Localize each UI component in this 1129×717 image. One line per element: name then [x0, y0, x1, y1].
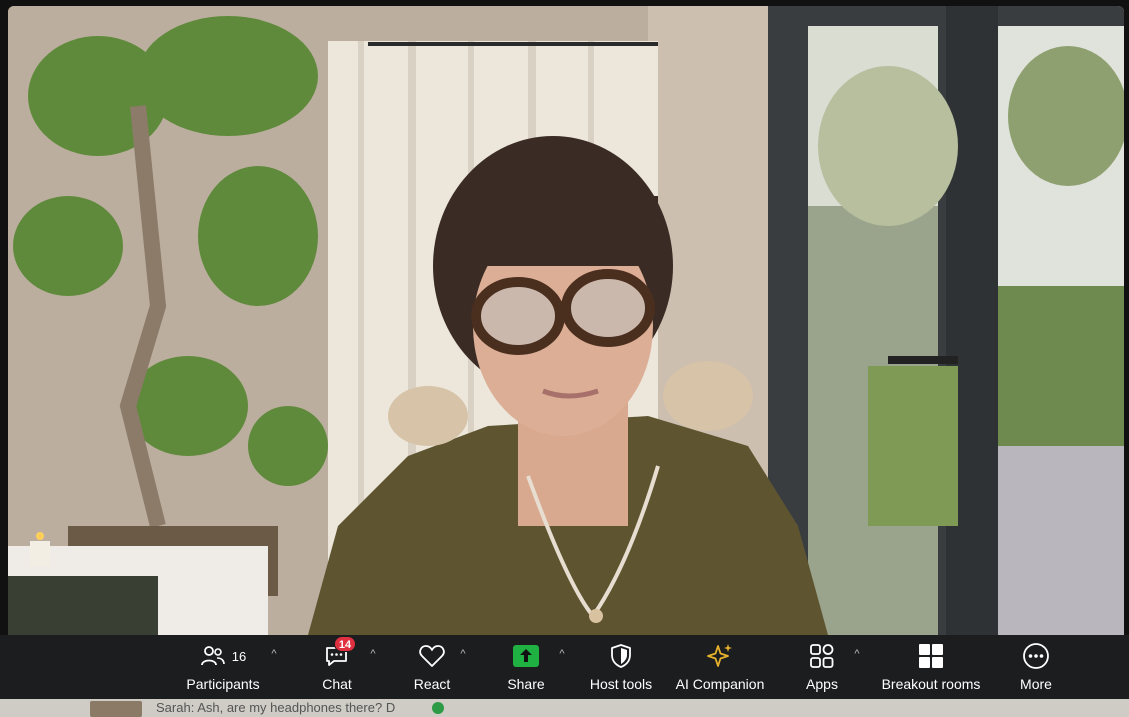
chat-icon-wrap: 14 [324, 636, 356, 670]
participants-label: Participants [186, 676, 260, 692]
more-button[interactable]: More [1010, 635, 1062, 699]
react-button[interactable]: React [406, 635, 458, 699]
react-caret-icon[interactable]: ^ [457, 648, 469, 660]
participants-caret-icon[interactable]: ^ [268, 648, 280, 660]
heart-icon [419, 645, 445, 667]
grid-icon [919, 644, 943, 668]
share-button[interactable]: Share [500, 635, 552, 699]
chat-button[interactable]: 14 Chat [312, 635, 362, 699]
apps-icon-wrap [808, 642, 836, 670]
breakout-rooms-icon-wrap [917, 642, 945, 670]
participants-count: 16 [231, 648, 247, 664]
apps-icon [810, 644, 834, 668]
apps-button[interactable]: Apps [796, 635, 848, 699]
apps-label: Apps [806, 676, 838, 692]
meeting-toolbar: 16 Participants ^ 14 Chat ^ React ^ Shar… [0, 635, 1129, 699]
ai-companion-button[interactable]: AI Companion [672, 635, 768, 699]
breakout-rooms-label: Breakout rooms [881, 676, 981, 692]
apps-caret-icon[interactable]: ^ [851, 648, 863, 660]
more-label: More [1020, 676, 1052, 692]
participants-icon-wrap: 16 [200, 642, 246, 670]
host-tools-label: Host tools [589, 676, 653, 692]
chat-label: Chat [322, 676, 352, 692]
share-arrow-icon [513, 645, 539, 667]
react-label: React [413, 676, 451, 692]
video-frame [8, 6, 1124, 635]
chat-caret-icon[interactable]: ^ [367, 648, 379, 660]
chat-preview-message: Sarah: Ash, are my headphones there? D [156, 700, 396, 715]
host-tools-icon-wrap [609, 642, 633, 670]
react-icon-wrap [418, 642, 446, 670]
ai-companion-icon-wrap [706, 642, 734, 670]
breakout-rooms-button[interactable]: Breakout rooms [876, 635, 986, 699]
more-icon-wrap [1022, 642, 1050, 670]
status-dot-icon [432, 702, 444, 714]
chat-preview-thumbnail [90, 701, 142, 717]
ai-companion-label: AI Companion [675, 676, 765, 692]
shield-icon [611, 644, 631, 668]
participants-button[interactable]: 16 Participants [180, 635, 266, 699]
share-label: Share [507, 676, 545, 692]
chat-unread-badge: 14 [334, 636, 356, 652]
participants-icon [200, 646, 225, 666]
sparkle-icon [707, 644, 732, 667]
more-dots-icon [1023, 643, 1049, 669]
share-caret-icon[interactable]: ^ [556, 648, 568, 660]
meeting-window: 16 Participants ^ 14 Chat ^ React ^ Shar… [0, 0, 1129, 717]
participant-video[interactable] [8, 6, 1124, 635]
chat-preview-strip[interactable]: Sarah: Ash, are my headphones there? D [0, 699, 1129, 717]
host-tools-button[interactable]: Host tools [585, 635, 657, 699]
share-icon-wrap [512, 642, 540, 670]
